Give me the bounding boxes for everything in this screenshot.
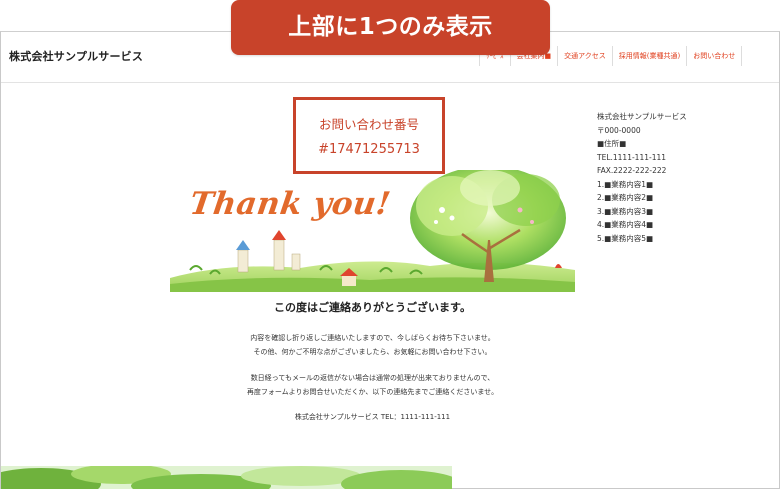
message-line: 内容を確認し折り返しご連絡いたしますので、今しばらくお待ち下さいませ。 [250,334,495,342]
nav-item-contact[interactable]: お問い合わせ [686,46,743,66]
message-line: 再度フォームよりお問合せいただくか、以下の連絡先までご連絡くださいませ。 [246,387,499,396]
message-paragraph-2: 数日経ってもメールの返信がない場合は通常の処理が出来ておりませんので、 再度フォ… [170,372,575,399]
sidebar-line: TEL.1111-111-111 [597,152,667,162]
sidebar-line: 〒000-0000 [597,125,641,135]
message-paragraph-1: 内容を確認し折り返しご連絡いたしますので、今しばらくお待ち下さいませ。 その他、… [170,332,575,359]
inquiry-number-label: お問い合わせ番号 [318,117,419,132]
sidebar-line: ■住所■ [597,139,627,148]
sidebar-line: FAX.2222-222-222 [597,166,667,175]
message-line: 数日経ってもメールの返信がない場合は通常の処理が出来ておりませんので、 [250,374,495,382]
inquiry-number-callout: お問い合わせ番号 #17471255713 [293,97,445,174]
sidebar-line: 4.■業務内容4■ [597,220,654,229]
sidebar-line: 5.■業務内容5■ [597,233,654,243]
hero-thank-you-text: Thank you! [187,186,393,222]
annotation-banner: 上部に1つのみ表示 [231,0,550,55]
sidebar-line: 1.■業務内容1■ [597,179,654,189]
nav-item-access[interactable]: 交通アクセス [557,46,612,66]
message-line: その他、何かご不明な点がございましたら、お気軽にお問い合わせ下さい。 [253,347,492,356]
site-title[interactable]: 株式会社サンプルサービス [9,48,143,64]
sidebar-company-info: 株式会社サンプルサービス 〒000-0000 ■住所■ TEL.1111-111… [597,110,687,245]
footer-nature-image [1,466,452,489]
company-contact-line: 株式会社サンプルサービス TEL：1111-111-111 [294,413,451,421]
main-content: この度はご連絡ありがとうございます。 内容を確認し折り返しご連絡いたしますので、… [170,296,575,422]
nav-item-recruit[interactable]: 採用情報(業種共通) [611,46,686,66]
sidebar-line: 2.■業務内容2■ [597,193,654,202]
sidebar-line: 株式会社サンプルサービス [597,112,687,121]
sidebar-line: 3.■業務内容3■ [597,206,654,216]
thanks-heading: この度はご連絡ありがとうございます。 [274,301,471,314]
inquiry-number-value: #17471255713 [318,142,420,157]
